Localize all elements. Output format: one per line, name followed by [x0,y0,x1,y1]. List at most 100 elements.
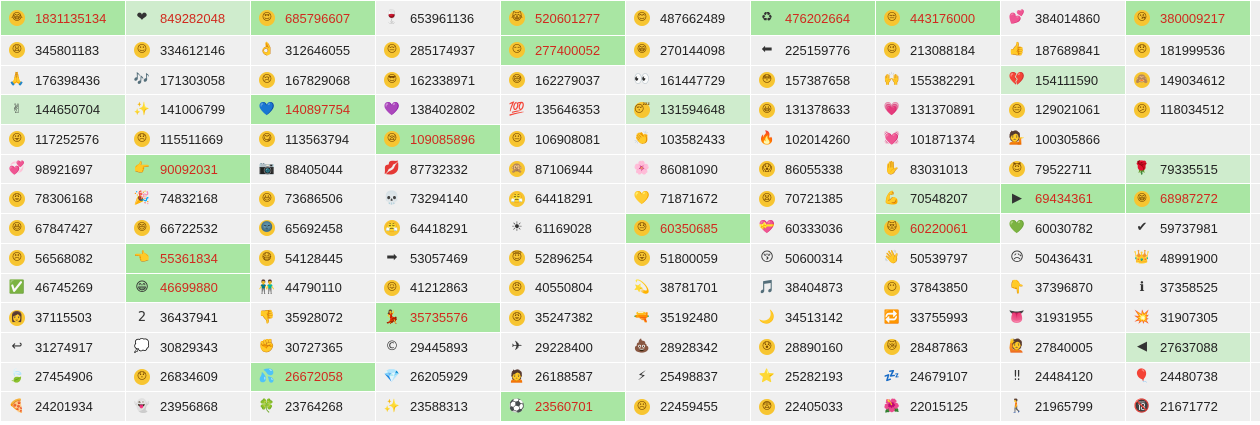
emoji-count-cell[interactable]: 😹 520601277 [501,0,625,35]
emoji-count-cell[interactable]: 😢 167829068 [251,64,375,95]
emoji-count-cell[interactable]: 😡 78306168 [1,183,125,214]
emoji-count-cell[interactable]: © 29445893 [376,331,500,362]
emoji-count-cell[interactable]: 🔞 21671772 [1126,391,1250,421]
emoji-count-cell[interactable]: 🚶 21965799 [1001,391,1125,421]
emoji-count-cell[interactable] [1126,124,1250,154]
emoji-count-cell[interactable]: 😞 115511669 [126,124,250,154]
emoji-count-cell[interactable]: 🌚 65692458 [251,213,375,243]
emoji-count-cell[interactable]: 😷 54128445 [251,242,375,273]
emoji-count-cell[interactable]: 😃 73686506 [251,183,375,214]
emoji-count-cell[interactable]: ⬅ 225159776 [751,35,875,65]
emoji-count-cell[interactable]: 😻 60220061 [876,213,1000,243]
emoji-count-cell[interactable]: 👌 312646055 [251,35,375,65]
emoji-count-cell[interactable]: ☺ 334612146 [126,35,250,65]
emoji-count-cell[interactable]: 👏 103582433 [626,124,750,154]
emoji-count-cell[interactable]: 😶 37843850 [876,272,1000,303]
emoji-count-cell[interactable]: 😁 46699880 [126,272,250,303]
emoji-count-cell[interactable]: 🍀 23764268 [251,391,375,421]
emoji-count-cell[interactable]: 🌙 34513142 [751,302,875,332]
emoji-count-cell[interactable]: 👎 35928072 [251,302,375,332]
emoji-count-cell[interactable]: ⭐ 25282193 [751,361,875,392]
emoji-count-cell[interactable]: ✈ 29228400 [501,331,625,362]
emoji-count-cell[interactable]: 😊 487662489 [626,0,750,35]
emoji-count-cell[interactable]: 😥 50436431 [1001,242,1125,273]
emoji-count-cell[interactable]: 😕 118034512 [1126,94,1250,125]
emoji-count-cell[interactable]: 😇 52896254 [501,242,625,273]
emoji-count-cell[interactable]: ⚡ 25498837 [626,361,750,392]
emoji-count-cell[interactable]: 👇 37396870 [1001,272,1125,303]
emoji-count-cell[interactable]: ✋ 83031013 [876,153,1000,184]
emoji-count-cell[interactable]: 💓 101871374 [876,124,1000,154]
emoji-count-cell[interactable]: ↩ 31274917 [1,331,125,362]
emoji-count-cell[interactable]: 😄 66722532 [126,213,250,243]
emoji-count-cell[interactable]: 😡 35247382 [501,302,625,332]
emoji-count-cell[interactable]: ✨ 23588313 [376,391,500,421]
emoji-count-cell[interactable]: 💪 70548207 [876,183,1000,214]
emoji-count-cell[interactable]: 💤 24679107 [876,361,1000,392]
emoji-count-cell[interactable]: 😉 213088184 [876,35,1000,65]
emoji-count-cell[interactable]: ✊ 30727365 [251,331,375,362]
emoji-count-cell[interactable]: 🍕 24201934 [1,391,125,421]
emoji-count-cell[interactable]: 🌸 86081090 [626,153,750,184]
emoji-count-cell[interactable]: 💝 60333036 [751,213,875,243]
emoji-count-cell[interactable]: ☀ 61169028 [501,213,625,243]
emoji-count-cell[interactable]: ♻ 476202664 [751,0,875,35]
emoji-count-cell[interactable]: 😿 28487863 [876,331,1000,362]
emoji-count-cell[interactable]: 😤 64418291 [501,183,625,214]
emoji-count-cell[interactable]: 🍷 653961136 [376,0,500,35]
emoji-count-cell[interactable]: 💋 87732332 [376,153,500,184]
emoji-count-cell[interactable]: 😏 277400052 [501,35,625,65]
emoji-count-cell[interactable]: 👅 31931955 [1001,302,1125,332]
emoji-count-cell[interactable]: ✌ 144650704 [1,94,125,125]
emoji-count-cell[interactable]: 💔 154111590 [1001,64,1125,95]
emoji-count-cell[interactable]: 💚 60030782 [1001,213,1125,243]
emoji-count-cell[interactable]: 🙈 149034612 [1126,64,1250,95]
emoji-count-cell[interactable]: 😚 50600314 [751,242,875,273]
emoji-count-cell[interactable]: ✅ 46745269 [1,272,125,303]
emoji-count-cell[interactable]: ⚽ 23560701 [501,391,625,421]
emoji-count-cell[interactable]: 👍 187689841 [1001,35,1125,65]
emoji-count-cell[interactable]: 💗 131370891 [876,94,1000,125]
emoji-count-cell[interactable]: 😒 443176000 [876,0,1000,35]
emoji-count-cell[interactable]: 😁 68987272 [1126,183,1250,214]
emoji-count-cell[interactable]: 😀 131378633 [751,94,875,125]
emoji-count-cell[interactable]: 2 36437941 [126,302,250,332]
emoji-count-cell[interactable]: ✔ 59737981 [1126,213,1250,243]
emoji-count-cell[interactable]: 😰 28890160 [751,331,875,362]
emoji-count-cell[interactable]: 😩 345801183 [1,35,125,65]
emoji-count-cell[interactable]: 💛 71871672 [626,183,750,214]
emoji-count-cell[interactable]: 📷 88405044 [251,153,375,184]
emoji-count-cell[interactable]: 💕 384014860 [1001,0,1125,35]
emoji-count-cell[interactable]: 😜 117252576 [1,124,125,154]
emoji-count-cell[interactable]: ℹ 37358525 [1126,272,1250,303]
emoji-count-cell[interactable]: 💦 26672058 [251,361,375,392]
emoji-count-cell[interactable]: 🔫 35192480 [626,302,750,332]
emoji-count-cell[interactable]: 😅 162279037 [501,64,625,95]
emoji-count-cell[interactable]: 💞 98921697 [1,153,125,184]
emoji-count-cell[interactable]: ◀ 27637088 [1126,331,1250,362]
emoji-count-cell[interactable]: 🎵 38404873 [751,272,875,303]
emoji-count-cell[interactable]: 😓 60350685 [626,213,750,243]
emoji-count-cell[interactable]: 🔥 102014260 [751,124,875,154]
emoji-count-cell[interactable]: 🙌 155382291 [876,64,1000,95]
emoji-count-cell[interactable]: ‼ 24484120 [1001,361,1125,392]
emoji-count-cell[interactable]: 🎉 74832168 [126,183,250,214]
emoji-count-cell[interactable]: 💥 31907305 [1126,302,1250,332]
emoji-count-cell[interactable]: 😘 380009217 [1126,0,1250,35]
emoji-count-cell[interactable]: 👀 161447729 [626,64,750,95]
emoji-count-cell[interactable]: 🍃 27454906 [1,361,125,392]
emoji-count-cell[interactable]: 💩 28928342 [626,331,750,362]
emoji-count-cell[interactable]: 👩 37115503 [1,302,125,332]
emoji-count-cell[interactable]: 😂 1831135134 [1,0,125,35]
emoji-count-cell[interactable]: 💙 140897754 [251,94,375,125]
emoji-count-cell[interactable]: 💃 35735576 [376,302,500,332]
emoji-count-cell[interactable]: 😯 26834609 [126,361,250,392]
emoji-count-cell[interactable]: 😱 86055338 [751,153,875,184]
emoji-count-cell[interactable]: 😴 131594648 [626,94,750,125]
emoji-count-cell[interactable]: 😪 109085896 [376,124,500,154]
emoji-count-cell[interactable]: ▶ 69434361 [1001,183,1125,214]
emoji-count-cell[interactable]: ➡ 53057469 [376,242,500,273]
emoji-count-cell[interactable]: 💁 100305866 [1001,124,1125,154]
emoji-count-cell[interactable]: 💀 73294140 [376,183,500,214]
emoji-count-cell[interactable]: 🎶 171303058 [126,64,250,95]
